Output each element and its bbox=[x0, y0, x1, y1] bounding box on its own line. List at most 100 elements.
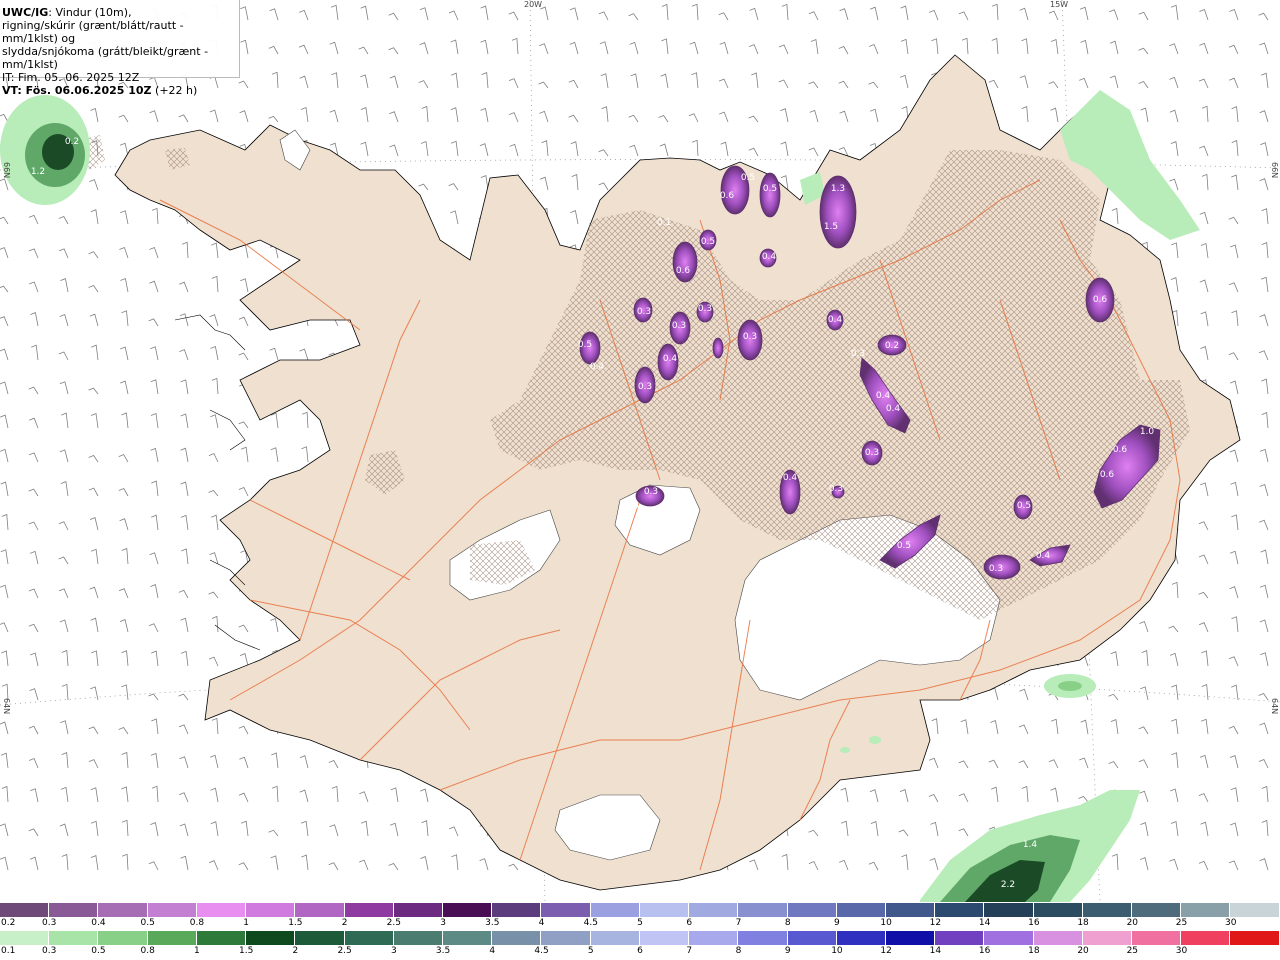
model-name: UWC/IG bbox=[2, 6, 49, 19]
legend-label: 20 bbox=[1126, 918, 1139, 928]
snow-amount-label: 0.2 bbox=[65, 137, 79, 147]
legend-swatch bbox=[1230, 931, 1280, 945]
legend-swatch bbox=[590, 903, 640, 917]
legend-label: 18 bbox=[1028, 946, 1040, 956]
snow-legend-labels: 0.2 0.3 0.4 0.5 0.8 1 1.5 2 2.5 3 3.5 4 4.5 5 6 7 8 9 10 12… bbox=[0, 917, 1280, 931]
snow-amount-label: 0.4 bbox=[876, 391, 891, 401]
legend-swatch bbox=[639, 931, 690, 945]
legend-swatch bbox=[492, 931, 542, 945]
legend-swatch bbox=[541, 903, 591, 917]
legend-swatch bbox=[836, 903, 886, 917]
legend-label: 5 bbox=[587, 946, 594, 956]
legend-label: 4 bbox=[538, 918, 545, 928]
legend-swatch bbox=[0, 931, 50, 945]
snow-amount-label: 0.5 bbox=[578, 340, 592, 350]
legend-swatch bbox=[442, 903, 493, 917]
legend-swatch bbox=[1230, 903, 1280, 917]
legend-label: 7 bbox=[735, 918, 742, 928]
legend-label: 6 bbox=[637, 946, 643, 956]
legend-label: 8 bbox=[784, 918, 791, 928]
legend-label: 12 bbox=[929, 918, 942, 928]
legend-label: 14 bbox=[978, 918, 991, 928]
lat-label-66n-left: 66N bbox=[2, 162, 11, 179]
snow-amount-label: 0.6 bbox=[1100, 470, 1115, 480]
snow-amount-label: 0.5 bbox=[741, 173, 755, 183]
snow-amount-label: 0.4 bbox=[886, 404, 901, 414]
snow-amount-label: 0.3 bbox=[637, 307, 651, 317]
snow-amount-label: 1.2 bbox=[31, 167, 45, 177]
variable-text: : Vindur (10m), bbox=[48, 6, 132, 19]
legend-label: 0.3 bbox=[42, 946, 57, 956]
snow-legend: 0.2 0.3 0.4 0.5 0.8 1 1.5 2 2.5 3 3.5 4 4.5 5 6 7 8 9 10 12… bbox=[0, 903, 1280, 931]
snow-amount-label: 0.3 bbox=[865, 448, 879, 458]
legend-label: 25 bbox=[1175, 918, 1188, 928]
init-time: IT: Fim. 05. 06. 2025 12Z bbox=[2, 71, 140, 84]
legend-swatch bbox=[246, 903, 296, 917]
legend-swatch bbox=[442, 931, 493, 945]
legend-label: 5 bbox=[637, 918, 643, 928]
snow-amount-label: 0.3 bbox=[989, 564, 1003, 574]
legend-swatch bbox=[1033, 903, 1083, 917]
legend-label: 0.4 bbox=[91, 918, 106, 928]
snow-amount-label: 0.4 bbox=[762, 252, 777, 262]
valid-time-line: VT: Fös. 06.06.2025 10Z (+22 h) bbox=[2, 84, 239, 97]
legend-swatch bbox=[984, 931, 1034, 945]
legend-label: 20 bbox=[1077, 946, 1089, 956]
snow-amount-label: 0.5 bbox=[701, 237, 715, 247]
legend-label: 30 bbox=[1175, 946, 1188, 956]
legend-swatch bbox=[1082, 903, 1133, 917]
snow-amount-label: 0.4 bbox=[783, 473, 798, 483]
legend-label: 0.8 bbox=[189, 918, 205, 928]
rain-legend-labels: 0.1 0.3 0.5 0.8 1 1.5 2 2.5 3 3.5 4 4.5 5 6 7 8 9 10 12 14 1… bbox=[0, 945, 1280, 959]
legend-swatch bbox=[344, 931, 394, 945]
legend-label: 6 bbox=[686, 918, 693, 928]
legend-swatch bbox=[787, 931, 837, 945]
snow-amount-label: 0.5 bbox=[1017, 501, 1031, 511]
rain-legend-bar bbox=[0, 931, 1280, 945]
legend-swatch bbox=[935, 931, 985, 945]
legend-label: 1.5 bbox=[238, 946, 254, 956]
snow-amount-label: 0.4 bbox=[663, 354, 678, 364]
legend-label: 16 bbox=[1028, 918, 1040, 928]
legend-swatch bbox=[1033, 931, 1083, 945]
legend-label: 9 bbox=[784, 946, 791, 956]
snow-amount-label: 0.3 bbox=[672, 321, 686, 331]
legend-swatch bbox=[0, 903, 50, 917]
legend-swatch bbox=[639, 903, 690, 917]
legend-label: 10 bbox=[880, 918, 892, 928]
legend-label: 4.5 bbox=[534, 946, 549, 956]
header-line-1: UWC/IG: Vindur (10m), bbox=[2, 6, 239, 19]
legend-label: 9 bbox=[834, 918, 840, 928]
legend-label: 25 bbox=[1126, 946, 1139, 956]
snow-amount-label: 1.5 bbox=[824, 222, 838, 232]
header-line-3: slydda/snjókoma (grátt/bleikt/grænt - mm… bbox=[2, 45, 209, 71]
lat-label-66n-right: 66N bbox=[1270, 162, 1279, 179]
snow-amount-label: 1.0 bbox=[1140, 427, 1155, 437]
legend-swatch bbox=[98, 931, 148, 945]
legend-swatch bbox=[196, 903, 247, 917]
snow-amount-label: 0.3 bbox=[638, 382, 652, 392]
legend-swatch bbox=[49, 903, 99, 917]
legend-swatch bbox=[1181, 903, 1231, 917]
snow-amount-label: 0.6 bbox=[676, 266, 691, 276]
snow-amount-label: 0.4 bbox=[1036, 551, 1051, 561]
legend-swatch bbox=[590, 931, 640, 945]
legend-swatch bbox=[49, 931, 99, 945]
snow-amount-label: 0.3 bbox=[851, 349, 865, 359]
legend-label: 8 bbox=[735, 946, 742, 956]
legend-swatch bbox=[689, 903, 739, 917]
legend-label: 0.5 bbox=[91, 946, 106, 956]
legend-label: 3 bbox=[390, 946, 397, 956]
legend-swatch bbox=[1132, 903, 1182, 917]
legend-swatch bbox=[689, 931, 739, 945]
weather-map: 0.2 1.2 0.5 0.5 1.3 0.6 1.5 0.1 0.6 0.5 0.4 0.3 0.3 0… bbox=[0, 0, 1280, 902]
snow-amount-label: 1.3 bbox=[831, 184, 845, 194]
legend-label: 1 bbox=[243, 918, 250, 928]
legend-label: 3.5 bbox=[435, 946, 451, 956]
legend-swatch bbox=[1082, 931, 1133, 945]
snow-amount-label: 0.6 bbox=[1093, 295, 1108, 305]
lat-label-64n-right: 64N bbox=[1270, 698, 1279, 715]
snow-amount-label: 0.1 bbox=[657, 218, 671, 228]
snow-amount-label: 0.3 bbox=[625, 501, 639, 511]
lat-label-64n-left: 64N bbox=[2, 698, 11, 715]
